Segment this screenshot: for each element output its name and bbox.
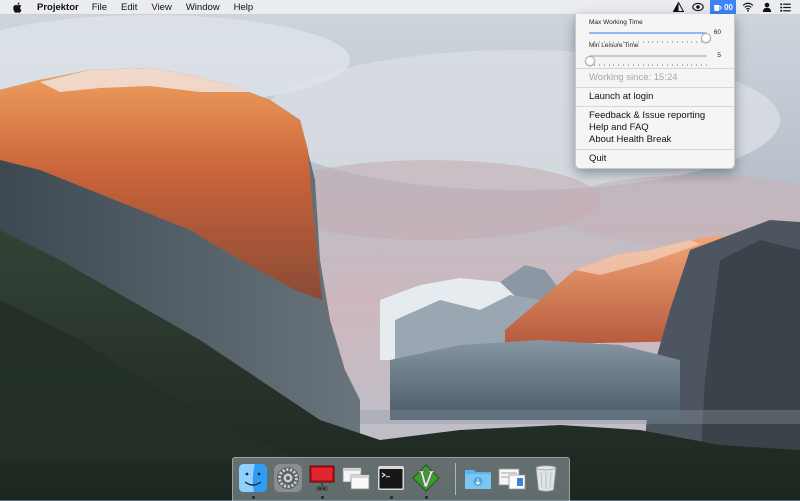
eye-icon[interactable] [692,0,704,14]
menu-separator [576,106,734,107]
quit-item[interactable]: Quit [576,153,734,165]
feedback-item[interactable]: Feedback & Issue reporting [576,110,734,122]
list-icon[interactable] [780,0,791,14]
max-working-time-value: 60 [713,29,721,36]
min-leisure-time-value: 5 [717,52,721,59]
apple-logo-icon[interactable] [11,1,23,13]
max-working-time-control: Max Working Time 60 [576,16,734,43]
projektor-icon[interactable] [307,463,337,493]
finder-icon[interactable] [238,463,268,493]
cup-icon [713,3,722,12]
finder-running-indicator [252,496,255,499]
terminal-running-indicator [390,496,393,499]
menu-app-name[interactable]: Projektor [37,2,79,13]
min-leisure-time-slider[interactable] [585,55,707,66]
trash-icon[interactable] [531,463,561,493]
vim-icon[interactable] [411,463,441,493]
launch-at-login-item[interactable]: Launch at login [576,91,734,103]
health-break-menu: Max Working Time 60 Min Leisure Time 5 W… [575,14,735,169]
user-icon[interactable] [762,0,772,14]
about-item[interactable]: About Health Break [576,134,734,146]
system-preferences-icon[interactable] [273,463,303,493]
min-leisure-time-slider-knob[interactable] [585,56,595,66]
menu-separator [576,87,734,88]
max-working-time-slider-knob[interactable] [700,33,711,43]
menu-bar-status-area: 00 [669,0,800,14]
max-working-time-label: Max Working Time [589,19,643,26]
windows-icon[interactable] [341,463,371,493]
working-since-status: Working since: 15:24 [589,72,678,83]
wifi-icon[interactable] [742,0,754,14]
dock-divider [455,463,456,495]
menu-separator [576,149,734,150]
menu-file[interactable]: File [92,2,107,13]
downloads-folder-icon[interactable] [463,463,493,493]
menu-separator [576,68,734,69]
max-working-time-slider[interactable] [589,32,711,43]
terminal-icon[interactable] [376,463,406,493]
health-break-status-item[interactable]: 00 [710,0,736,14]
menu-help[interactable]: Help [234,2,254,13]
vim-running-indicator [425,496,428,499]
health-break-counter: 00 [724,2,733,12]
menu-edit[interactable]: Edit [121,2,137,13]
menu-view[interactable]: View [151,2,171,13]
help-faq-item[interactable]: Help and FAQ [576,122,734,134]
dock [232,457,570,501]
triangle-icon[interactable] [673,0,685,14]
menu-bar: Projektor File Edit View Window Help 00 [0,0,800,15]
projektor-running-indicator [321,496,324,499]
menu-window[interactable]: Window [186,2,220,13]
preview-icon[interactable] [497,463,527,493]
